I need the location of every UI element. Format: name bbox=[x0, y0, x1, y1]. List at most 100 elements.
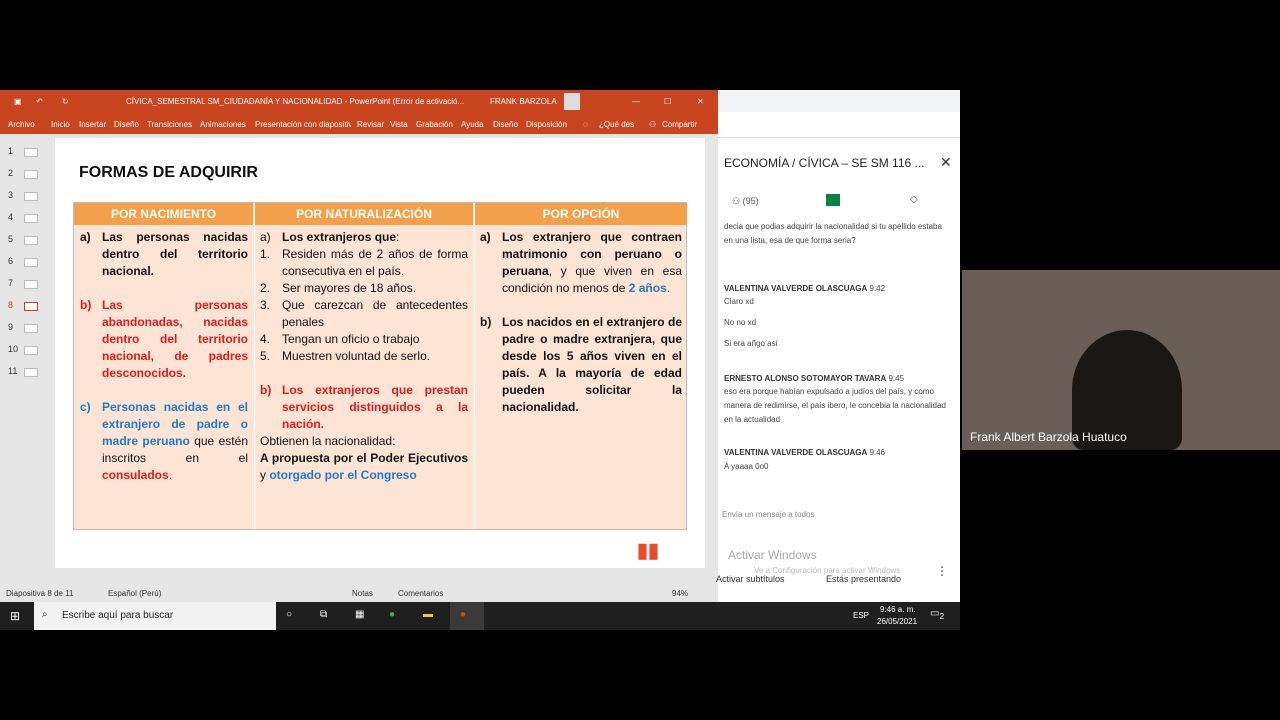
naturalizacion-note: Obtienen la nacionalidad: bbox=[260, 434, 396, 448]
browser-titlebar bbox=[718, 90, 960, 112]
windows-activation: Activar Windows bbox=[728, 548, 817, 562]
language-status[interactable]: Español (Perú) bbox=[108, 589, 161, 598]
list-item: b) Las personas abandonadas, nacidas dent… bbox=[80, 297, 248, 382]
tell-me-search[interactable]: ¿Qué des bbox=[599, 120, 634, 129]
slide-table[interactable]: POR NACIMIENTO POR NATURALIZACIÓN POR OP… bbox=[73, 202, 687, 530]
close-icon[interactable]: ✕ bbox=[697, 97, 704, 106]
share-icon[interactable]: ⚇ bbox=[649, 120, 656, 129]
item-text: otorgado por el Congreso bbox=[269, 468, 417, 482]
notifications-icon[interactable]: ▭2 bbox=[930, 608, 944, 621]
maximize-icon[interactable]: ☐ bbox=[664, 97, 671, 106]
tab-revisar[interactable]: Revisar bbox=[357, 120, 384, 129]
captions-button[interactable]: Activar subtítulos bbox=[716, 574, 785, 584]
redo-icon[interactable]: ↻ bbox=[62, 97, 69, 106]
video-tile[interactable]: Frank Albert Barzola Huatuco bbox=[962, 270, 1280, 450]
tab-animaciones[interactable]: Animaciones bbox=[200, 120, 246, 129]
thumb-11[interactable]: 11 bbox=[8, 366, 38, 377]
minimize-icon[interactable]: — bbox=[632, 97, 640, 106]
thumb-9[interactable]: 9 bbox=[8, 322, 38, 333]
thumb-number: 4 bbox=[8, 212, 14, 222]
comments-button[interactable]: Comentarios bbox=[398, 589, 443, 598]
thumb-6[interactable]: 6 bbox=[8, 256, 38, 267]
save-icon[interactable]: ▣ bbox=[14, 97, 22, 106]
thumb-number: 11 bbox=[8, 366, 18, 376]
item-text: Los nacidos en el extranjero de padre o … bbox=[502, 315, 682, 414]
avatar[interactable] bbox=[564, 93, 580, 110]
activities-icon[interactable]: ◇ bbox=[910, 194, 918, 205]
tab-inicio[interactable]: Inicio bbox=[51, 120, 70, 129]
chat-icon[interactable] bbox=[826, 194, 840, 206]
close-icon[interactable]: ✕ bbox=[940, 154, 952, 171]
list-marker: b) bbox=[80, 298, 92, 312]
people-count[interactable]: ⚇ (95) bbox=[732, 196, 759, 207]
thumb-7[interactable]: 7 bbox=[8, 278, 38, 289]
thumb-number: 10 bbox=[8, 344, 19, 354]
thumb-5[interactable]: 5 bbox=[8, 234, 38, 245]
tab-diseno[interactable]: Diseño bbox=[114, 120, 139, 129]
windows-start-icon[interactable]: ⊞ bbox=[10, 609, 20, 623]
clock-date[interactable]: 26/05/2021 bbox=[877, 617, 917, 626]
divider bbox=[474, 203, 475, 529]
search-icon: ⌕ bbox=[42, 609, 48, 620]
tab-insertar[interactable]: Insertar bbox=[79, 120, 106, 129]
share-button[interactable]: Compartir bbox=[662, 120, 697, 129]
item-text: . bbox=[168, 468, 173, 482]
list-item: 2. Ser mayores de 18 años. bbox=[260, 280, 468, 297]
chat-message: A yaaaa 0o0 bbox=[724, 462, 769, 471]
zoom-level[interactable]: 94% bbox=[672, 589, 688, 598]
list-marker: b) bbox=[260, 383, 272, 397]
tab-disposicion[interactable]: Disposición bbox=[526, 120, 567, 129]
thumb-8[interactable]: 8 bbox=[8, 300, 38, 311]
folder-icon[interactable]: ▬ bbox=[423, 609, 433, 620]
thumb-4[interactable]: 4 bbox=[8, 212, 38, 223]
cortana-icon[interactable]: ○ bbox=[286, 609, 292, 620]
slide-canvas[interactable]: FORMAS DE ADQUIRIR POR NACIMIENTO POR NA… bbox=[55, 138, 705, 568]
thumb-number: 3 bbox=[8, 190, 14, 200]
status-bar: Diapositiva 8 de 11 Español (Perú) Notas… bbox=[0, 584, 718, 602]
item-text: A propuesta por el Poder Ejecutivos bbox=[260, 451, 468, 465]
tab-ayuda[interactable]: Ayuda bbox=[461, 120, 484, 129]
list-item: a) Las personas nacidas dentro del territ… bbox=[80, 229, 248, 280]
chat-message: VALENTINA VALVERDE OLASCUAGA 9:46 bbox=[724, 446, 950, 460]
powerpoint-taskbar-icon[interactable]: ● bbox=[450, 602, 484, 630]
list-item: 5. Muestren voluntad de serlo. bbox=[260, 348, 468, 365]
chat-message: ERNESTO ALONSO SOTOMAYOR TAVARA 9:45 bbox=[724, 372, 950, 386]
thumb-1[interactable]: 1 bbox=[8, 146, 38, 157]
store-icon[interactable]: ▦ bbox=[355, 609, 364, 620]
chat-input[interactable]: Envía un mensaje a todos bbox=[722, 510, 815, 519]
chat-message: VALENTINA VALVERDE OLASCUAGA 9:42 bbox=[724, 282, 950, 296]
tab-transiciones[interactable]: Transiciones bbox=[147, 120, 192, 129]
item-text: . bbox=[666, 281, 671, 295]
presenting-button[interactable]: Estás presentando bbox=[826, 574, 901, 584]
task-view-icon[interactable]: ⧉ bbox=[320, 609, 327, 620]
undo-icon[interactable]: ↶ bbox=[36, 97, 43, 106]
item-text: Los extranjeros que prestan servicios di… bbox=[282, 383, 468, 431]
input-language[interactable]: ESP bbox=[853, 611, 869, 620]
thumb-3[interactable]: 3 bbox=[8, 190, 38, 201]
tab-presentacion[interactable]: Presentación con diapositivas bbox=[255, 120, 351, 129]
tab-grabacion[interactable]: Grabación bbox=[416, 120, 453, 129]
taskbar: ⊞ ⌕ Escribe aquí para buscar ○ ⧉ ▦ ● ▬ ●… bbox=[0, 602, 960, 630]
thumb-10[interactable]: 10 bbox=[8, 344, 38, 355]
chrome-icon[interactable]: ● bbox=[389, 609, 395, 620]
taskbar-search[interactable]: ⌕ Escribe aquí para buscar bbox=[34, 602, 276, 630]
notes-button[interactable]: Notas bbox=[352, 589, 373, 598]
col-opcion: a) Los extranjero que contraen matrimonio… bbox=[480, 229, 682, 416]
tab-archivo[interactable]: Archivo bbox=[8, 120, 35, 129]
list-marker: c) bbox=[80, 400, 91, 414]
clock-time[interactable]: 9:46 a. m. bbox=[880, 605, 916, 614]
header-opcion: POR OPCIÓN bbox=[475, 203, 687, 225]
lightbulb-icon[interactable]: ◌ bbox=[583, 120, 588, 129]
list-item: b) Los extranjeros que prestan servicios … bbox=[260, 382, 468, 433]
tab-vista[interactable]: Vista bbox=[390, 120, 408, 129]
more-options-icon[interactable]: ⋮ bbox=[936, 564, 948, 578]
item-text: Muestren voluntad de serlo. bbox=[282, 349, 431, 363]
logo: ▮▮ bbox=[637, 540, 660, 562]
timestamp: 9:45 bbox=[888, 374, 905, 383]
list-marker: 4. bbox=[260, 332, 271, 346]
thumb-number: 1 bbox=[8, 146, 14, 156]
sender-name: ERNESTO ALONSO SOTOMAYOR TAVARA bbox=[724, 374, 887, 383]
tab-diseno-2[interactable]: Diseño bbox=[493, 120, 518, 129]
thumb-2[interactable]: 2 bbox=[8, 168, 38, 179]
item-text: Que carezcan de antecedentes penales bbox=[282, 298, 468, 329]
